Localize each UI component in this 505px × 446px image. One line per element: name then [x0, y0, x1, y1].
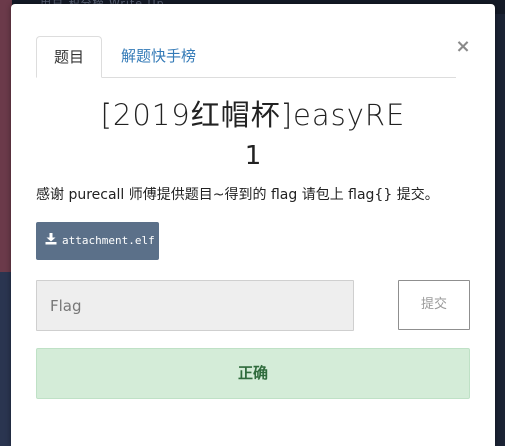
- download-icon: [45, 233, 57, 245]
- challenge-title: [2019红帽杯]easyRE: [100, 98, 406, 132]
- flag-input[interactable]: [36, 280, 354, 331]
- challenge-modal: × 题目 解题快手榜 [2019红帽杯]easyRE 1 感谢 purecall…: [11, 4, 495, 446]
- modal-tabs: 题目 解题快手榜: [36, 36, 456, 78]
- attachment-label: attachment.elf: [62, 234, 155, 247]
- challenge-value: 1: [244, 141, 262, 171]
- submit-button[interactable]: 提交: [398, 280, 470, 330]
- result-alert: 正确: [36, 348, 470, 399]
- tab-solves[interactable]: 解题快手榜: [106, 36, 211, 76]
- attachment-download-button[interactable]: attachment.elf: [36, 222, 159, 260]
- tab-challenge[interactable]: 题目: [36, 36, 102, 78]
- close-icon[interactable]: ×: [454, 36, 472, 58]
- challenge-description: 感谢 purecall 师傅提供题目~得到的 flag 请包上 flag{} 提…: [36, 187, 439, 203]
